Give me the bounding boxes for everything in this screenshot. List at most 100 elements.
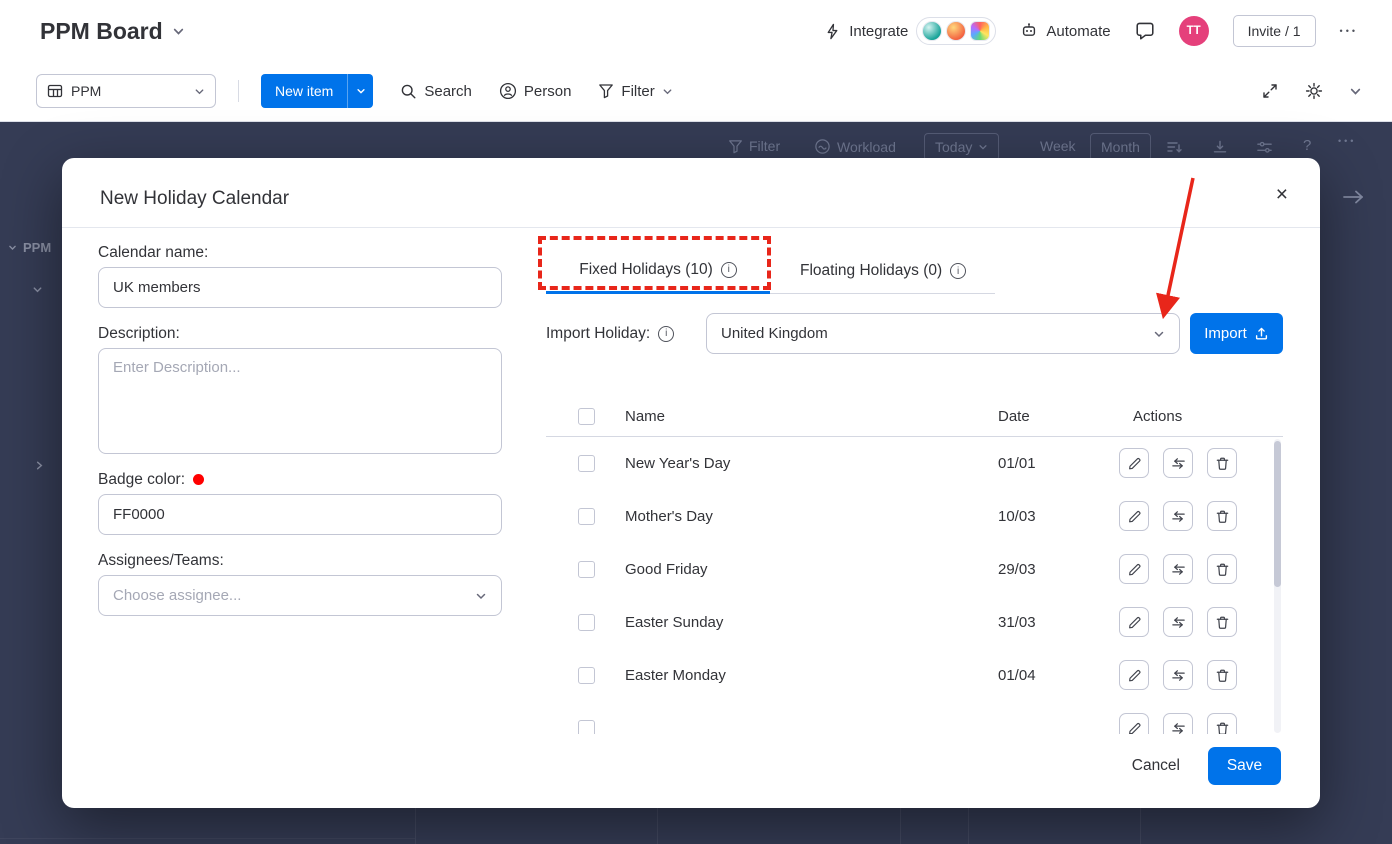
board-download-icon[interactable] <box>1212 139 1228 155</box>
more-options-icon[interactable]: ••• <box>1340 26 1358 36</box>
board-workload-button[interactable]: Workload <box>814 138 896 155</box>
fullscreen-icon[interactable] <box>1261 82 1279 100</box>
swap-holiday-button[interactable] <box>1163 660 1193 690</box>
import-country-value: United Kingdom <box>721 325 828 342</box>
chat-icon[interactable] <box>1135 21 1155 41</box>
badge-color-input[interactable] <box>98 494 502 535</box>
row-checkbox[interactable] <box>578 667 595 684</box>
tab-floating-holidays[interactable]: Floating Holidays (0) i <box>800 248 966 294</box>
description-textarea[interactable] <box>98 348 502 454</box>
new-item-button[interactable]: New item <box>261 74 373 108</box>
board-more-icon[interactable]: ••• <box>1338 136 1356 146</box>
delete-holiday-button[interactable] <box>1207 713 1237 734</box>
delete-holiday-button[interactable] <box>1207 448 1237 478</box>
edit-holiday-button[interactable] <box>1119 660 1149 690</box>
table-row: Easter Sunday 31/03 <box>546 596 1283 649</box>
import-button[interactable]: Import <box>1190 313 1283 354</box>
tab-fixed-holidays-label: Fixed Holidays (10) <box>579 261 713 279</box>
board-group-ppm-label: PPM <box>23 240 51 255</box>
settings-gear-icon[interactable] <box>1305 82 1323 100</box>
swap-holiday-button[interactable] <box>1163 713 1193 734</box>
swap-holiday-button[interactable] <box>1163 448 1193 478</box>
board-title-chevron-icon[interactable] <box>172 25 185 38</box>
table-scrollbar-thumb[interactable] <box>1274 441 1281 587</box>
board-view-selector[interactable]: PPM <box>36 74 216 108</box>
edit-holiday-button[interactable] <box>1119 607 1149 637</box>
board-filter-button[interactable]: Filter <box>728 138 780 154</box>
swap-holiday-button[interactable] <box>1163 607 1193 637</box>
select-all-checkbox[interactable] <box>578 408 595 425</box>
automate-button[interactable]: Automate <box>1020 22 1110 40</box>
integration-app-icon-1 <box>922 21 942 41</box>
integrate-button[interactable]: Integrate <box>824 17 996 45</box>
filter-label: Filter <box>621 83 654 100</box>
filter-button[interactable]: Filter <box>598 83 672 100</box>
row-checkbox[interactable] <box>578 455 595 472</box>
filter-chevron-icon <box>662 86 673 97</box>
holiday-name: Mother's Day <box>625 490 713 543</box>
import-holiday-info-icon[interactable]: i <box>658 326 674 342</box>
save-button[interactable]: Save <box>1208 747 1281 785</box>
board-today-button[interactable]: Today <box>924 133 999 161</box>
board-sort-icon[interactable] <box>1166 139 1182 155</box>
board-collapse-chevron-icon[interactable] <box>32 284 43 295</box>
person-icon <box>499 82 517 100</box>
fixed-holidays-info-icon[interactable]: i <box>721 262 737 278</box>
calendar-name-input[interactable] <box>98 267 502 308</box>
swap-holiday-button[interactable] <box>1163 554 1193 584</box>
import-country-select[interactable]: United Kingdom <box>706 313 1180 354</box>
calendar-name-label: Calendar name: <box>98 244 208 262</box>
delete-holiday-button[interactable] <box>1207 607 1237 637</box>
board-group-ppm[interactable]: PPM <box>8 240 51 255</box>
swap-holiday-button[interactable] <box>1163 501 1193 531</box>
user-avatar[interactable]: TT <box>1179 16 1209 46</box>
edit-holiday-button[interactable] <box>1119 448 1149 478</box>
board-month-label: Month <box>1101 139 1140 155</box>
integrate-label: Integrate <box>849 23 908 40</box>
invite-button[interactable]: Invite / 1 <box>1233 15 1316 47</box>
search-button[interactable]: Search <box>400 83 472 100</box>
edit-holiday-button[interactable] <box>1119 713 1149 734</box>
board-next-arrow-icon[interactable] <box>1342 188 1366 206</box>
board-week-button[interactable]: Week <box>1040 138 1076 154</box>
board-month-button[interactable]: Month <box>1090 133 1151 161</box>
collapse-toolbar-chevron-icon[interactable] <box>1349 85 1362 98</box>
column-header-actions: Actions <box>1133 408 1182 425</box>
badge-color-label-text: Badge color: <box>98 471 185 488</box>
board-grid-line <box>415 808 416 844</box>
assignees-select[interactable]: Choose assignee... <box>98 575 502 616</box>
column-header-name: Name <box>625 408 665 425</box>
delete-holiday-button[interactable] <box>1207 660 1237 690</box>
row-checkbox[interactable] <box>578 720 595 734</box>
row-checkbox[interactable] <box>578 508 595 525</box>
board-help-button[interactable]: ? <box>1303 137 1311 154</box>
board-settings-sliders-icon[interactable] <box>1256 139 1273 156</box>
row-checkbox[interactable] <box>578 614 595 631</box>
table-row: Mother's Day 10/03 <box>546 490 1283 543</box>
new-item-dropdown-icon[interactable] <box>347 74 373 108</box>
board-expand-chevron-icon[interactable] <box>34 460 45 471</box>
row-checkbox[interactable] <box>578 561 595 578</box>
board-grid-line <box>1140 808 1141 844</box>
holiday-table-header: Name Date Actions <box>546 398 1283 436</box>
table-row: New Year's Day 01/01 <box>546 437 1283 490</box>
table-row <box>546 702 1283 734</box>
table-scrollbar-track[interactable] <box>1274 439 1281 733</box>
cancel-button[interactable]: Cancel <box>1132 757 1180 775</box>
import-holiday-label-group: Import Holiday: i <box>546 313 674 354</box>
delete-holiday-button[interactable] <box>1207 554 1237 584</box>
modal-close-icon[interactable]: × <box>1276 184 1288 205</box>
new-item-label[interactable]: New item <box>261 74 347 108</box>
delete-holiday-button[interactable] <box>1207 501 1237 531</box>
integration-apps-pill[interactable] <box>916 17 996 45</box>
floating-holidays-info-icon[interactable]: i <box>950 263 966 279</box>
edit-holiday-button[interactable] <box>1119 501 1149 531</box>
table-row: Good Friday 29/03 <box>546 543 1283 596</box>
tab-fixed-holidays[interactable]: Fixed Holidays (10) i <box>546 248 770 294</box>
person-filter-button[interactable]: Person <box>499 82 572 100</box>
assignees-placeholder: Choose assignee... <box>113 587 241 604</box>
app-window: PPM Board Integrate <box>0 0 1392 844</box>
holiday-tabs: Fixed Holidays (10) i Floating Holidays … <box>546 248 995 294</box>
board-view-label: PPM <box>71 83 101 99</box>
edit-holiday-button[interactable] <box>1119 554 1149 584</box>
